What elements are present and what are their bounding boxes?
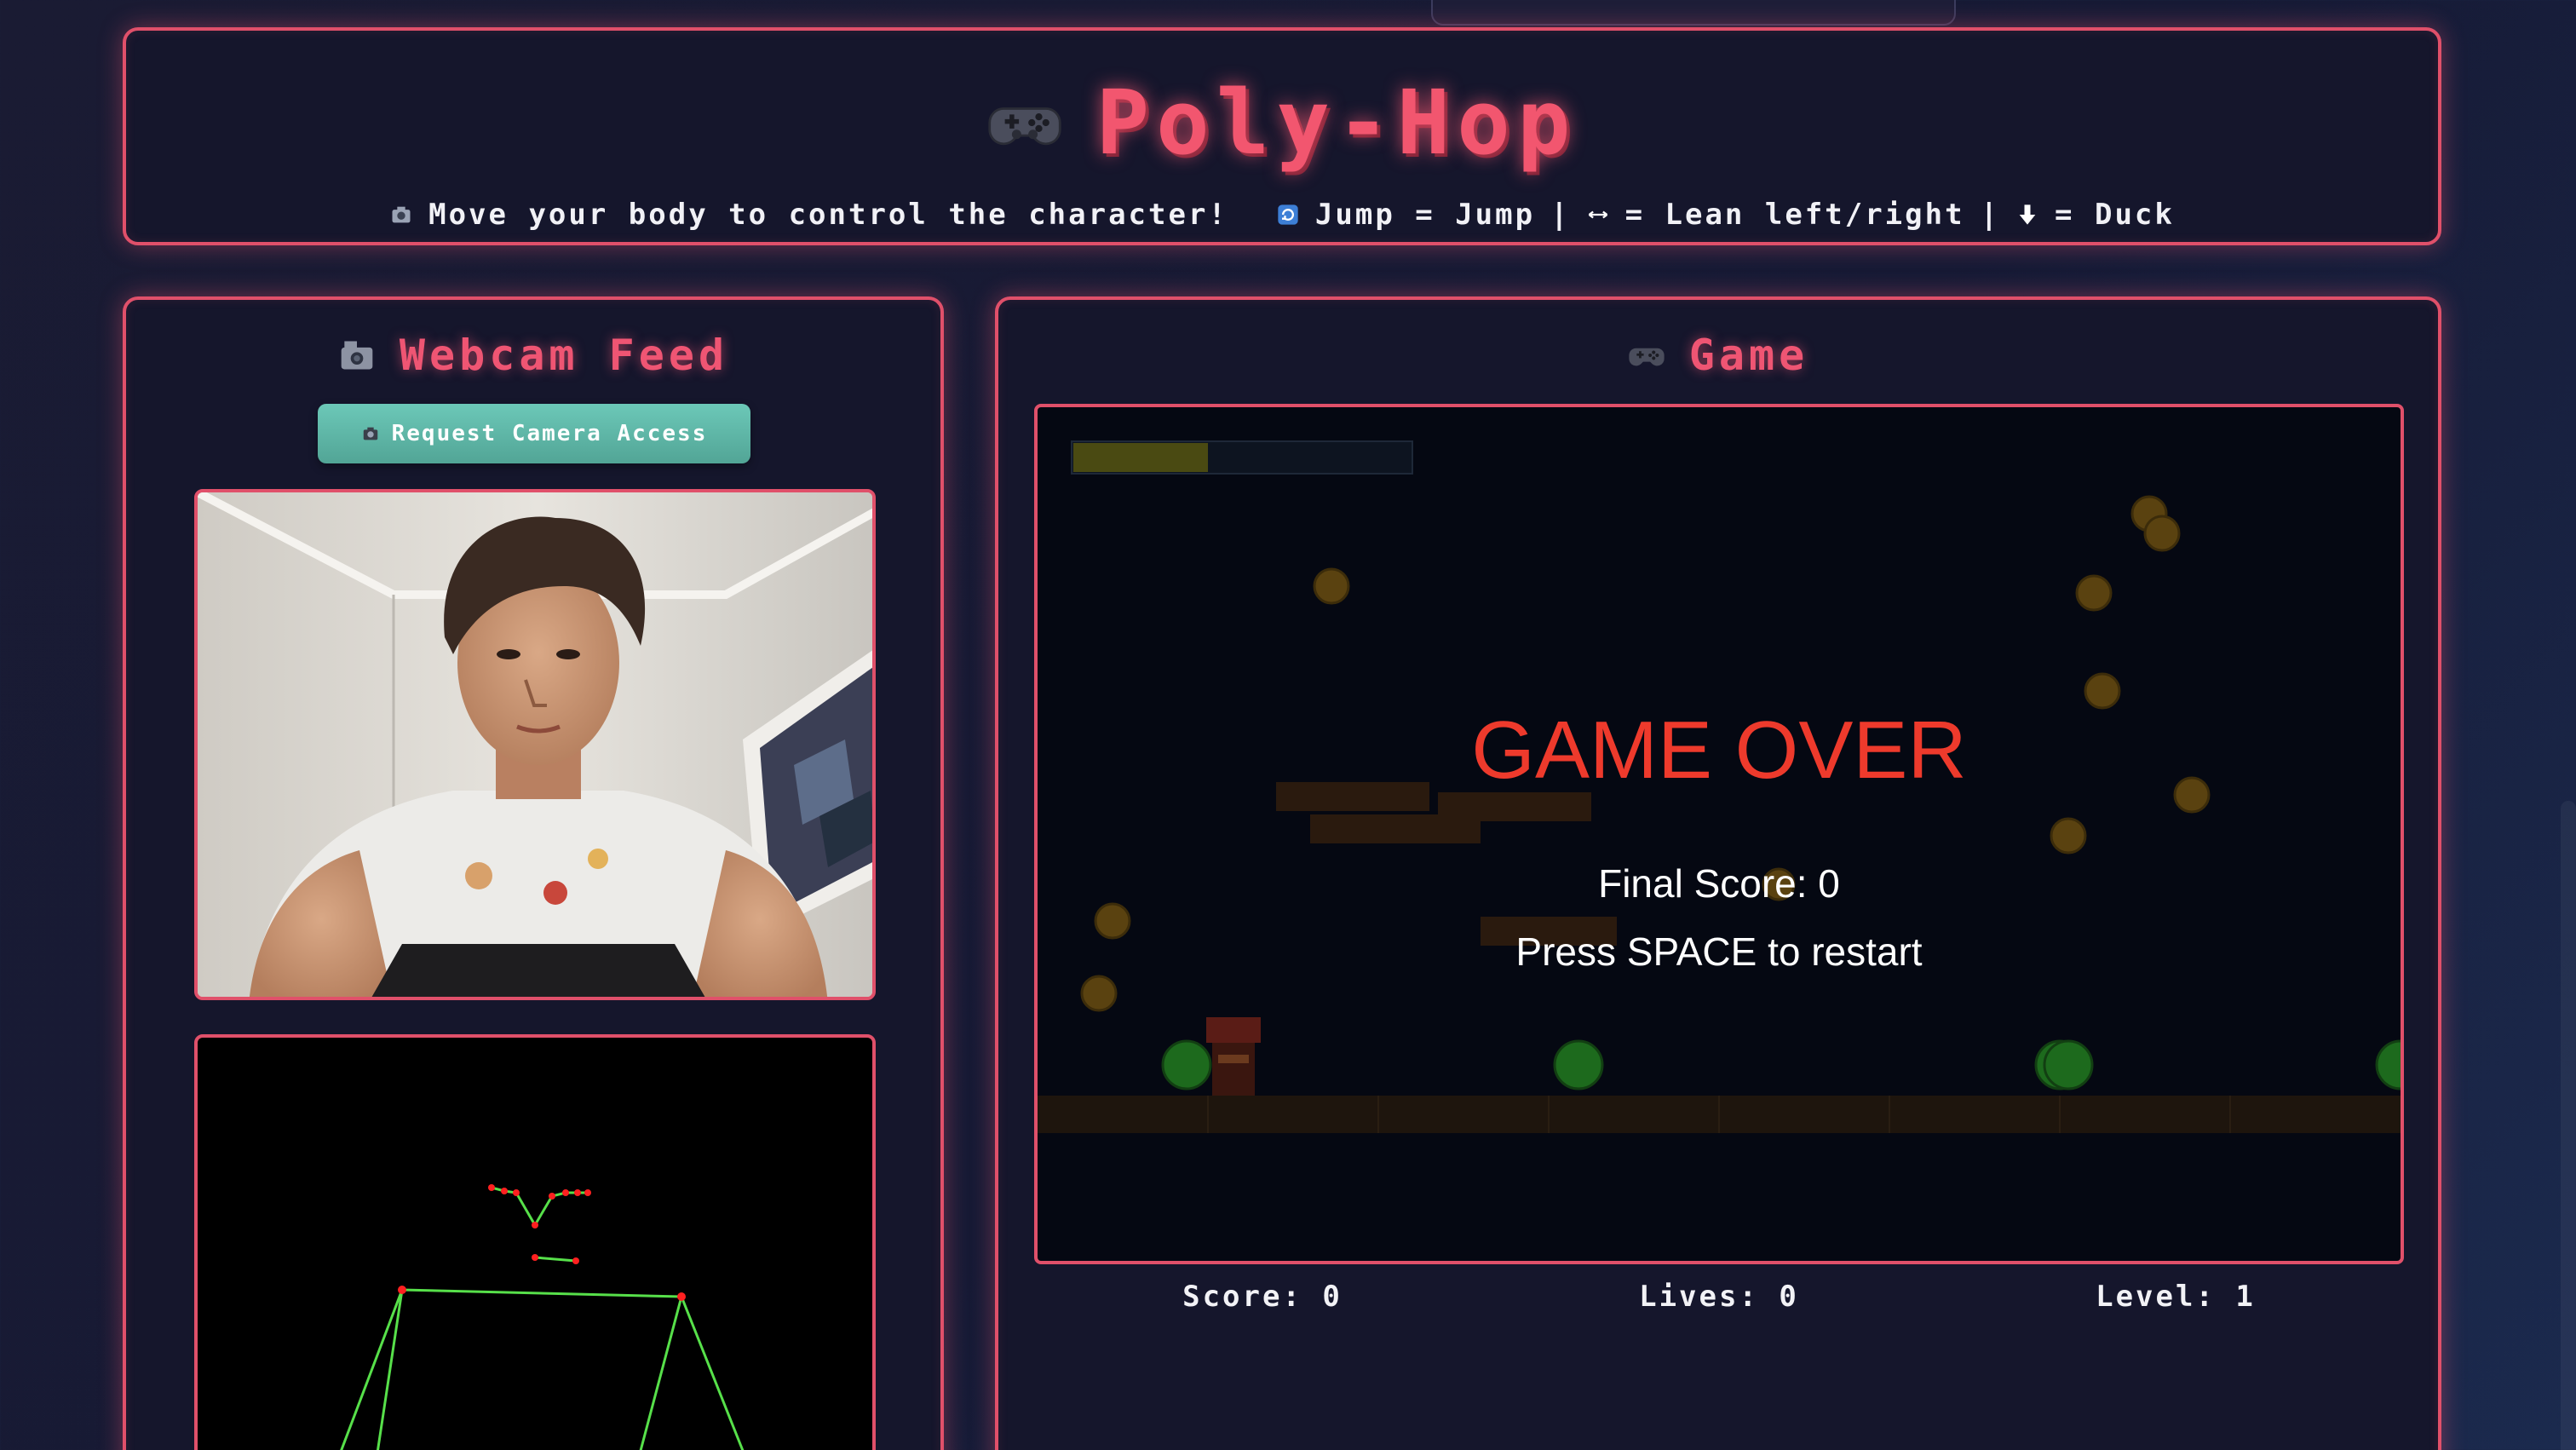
refresh-icon [1278, 204, 1298, 225]
camera-icon [363, 427, 377, 440]
webcam-title: Webcam Feed [126, 331, 940, 380]
level-stat: Level: 1 [2096, 1280, 2256, 1314]
pose-canvas [194, 1034, 876, 1450]
camera-icon [392, 206, 411, 223]
browser-dropdown-fragment [1431, 0, 1956, 26]
header-panel: Poly-Hop Move your body to control the c… [123, 27, 2441, 245]
left-right-arrow-icon [1588, 210, 1607, 219]
video-camera-icon [341, 341, 373, 370]
down-arrow-icon [2019, 204, 2036, 225]
game-over-title: GAME OVER [1471, 705, 1967, 796]
instruction-main: Move your body to control the character! [428, 198, 1228, 232]
pose-skeleton [340, 1184, 745, 1450]
page-scrollbar[interactable] [2561, 801, 2576, 1450]
score-stat: Score: 0 [1182, 1280, 1343, 1314]
webcam-title-label: Webcam Feed [399, 331, 729, 380]
webcam-panel: Webcam Feed Request Camera Access [123, 296, 944, 1450]
enemies [1161, 1039, 2401, 1090]
game-canvas[interactable]: GAME OVER Final Score: 0 Press SPACE to … [1034, 404, 2404, 1264]
separator: | [1980, 198, 2001, 232]
instruction-lean: = Lean left/right [1624, 198, 1965, 232]
lives-stat: Lives: 0 [1639, 1280, 1799, 1314]
request-camera-button[interactable]: Request Camera Access [318, 404, 750, 463]
gamepad-icon [1629, 348, 1665, 366]
game-title-label: Game [1688, 331, 1809, 380]
gamepad-icon [987, 107, 1061, 146]
restart-hint: Press SPACE to restart [1515, 929, 1923, 974]
game-title: Game [998, 331, 2438, 380]
request-camera-label: Request Camera Access [391, 421, 708, 446]
level-progress-fill [1073, 443, 1208, 472]
instruction-jump: Jump = Jump [1314, 198, 1536, 232]
webcam-image [198, 492, 872, 997]
game-stats: Score: 0 Lives: 0 Level: 1 [1034, 1280, 2404, 1314]
player-character [1206, 1017, 1261, 1096]
page-title: Poly-Hop [1095, 71, 1578, 175]
final-score: Final Score: 0 [1598, 861, 1840, 906]
separator: | [1550, 198, 1571, 232]
title-row: Poly-Hop [126, 71, 2438, 175]
game-scene [1038, 440, 2401, 1133]
instruction-duck: = Duck [2055, 198, 2175, 232]
game-panel: Game GAME OVER Final Score: 0 Press SPAC… [995, 296, 2441, 1450]
webcam-video [194, 489, 876, 1000]
instructions-bar: Move your body to control the character!… [126, 198, 2438, 232]
